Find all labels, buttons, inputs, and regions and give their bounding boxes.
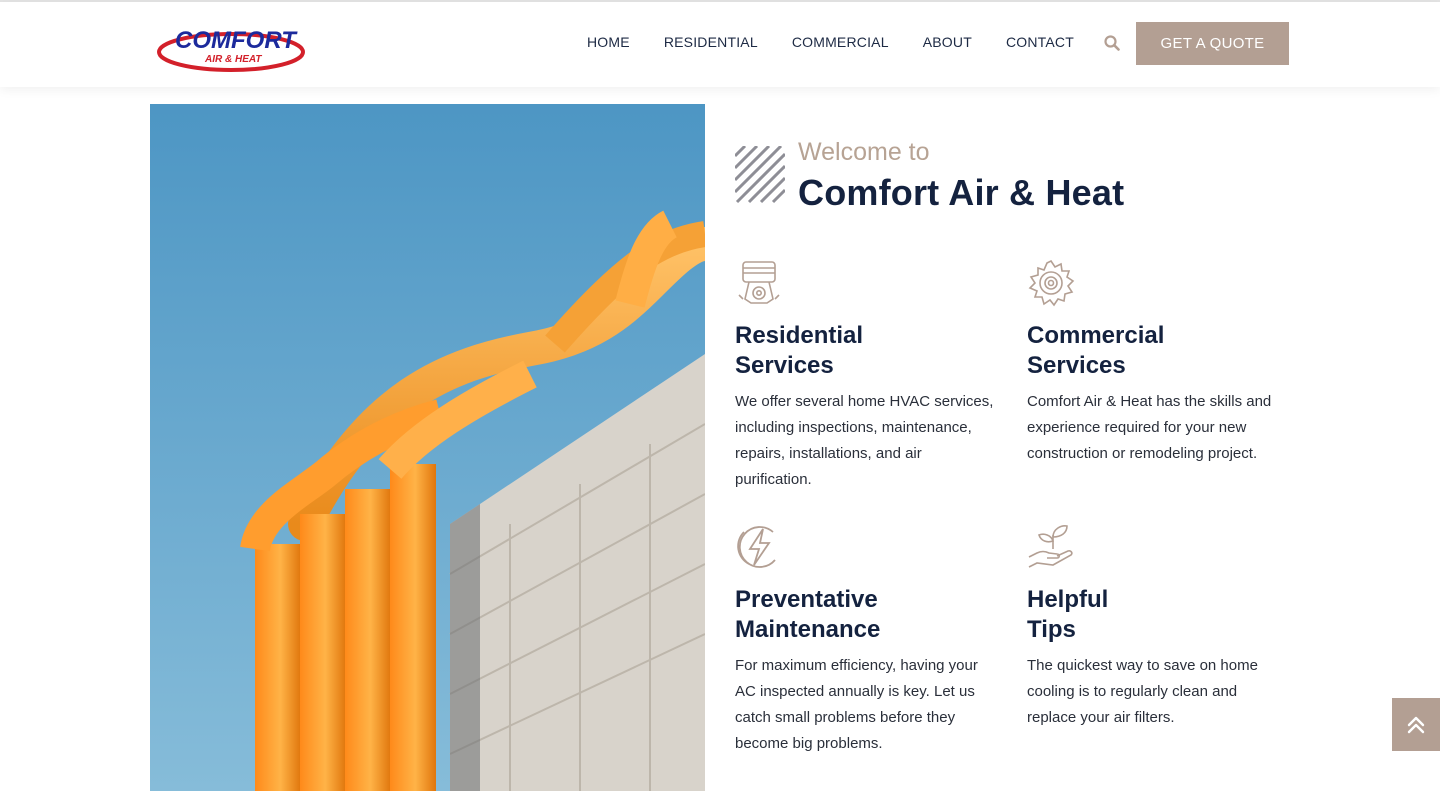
service-title-line1: Residential bbox=[735, 322, 864, 349]
service-description: For maximum efficiency, having your AC i… bbox=[735, 657, 978, 752]
piston-icon bbox=[738, 261, 780, 304]
get-a-quote-button[interactable]: GET A QUOTE bbox=[1136, 22, 1289, 65]
back-to-top-button[interactable] bbox=[1392, 698, 1440, 751]
service-title-line1: Helpful bbox=[1027, 586, 1109, 613]
nav-residential[interactable]: RESIDENTIAL bbox=[664, 34, 758, 50]
search-icon[interactable] bbox=[1104, 35, 1120, 51]
service-description: The quickest way to save on home cooling… bbox=[1027, 657, 1258, 726]
site-header: COMFORT AIR & HEAT HOME RESIDENTIAL COMM… bbox=[0, 2, 1440, 87]
nav-commercial[interactable]: COMMERCIAL bbox=[792, 34, 889, 50]
site-logo[interactable]: COMFORT AIR & HEAT bbox=[157, 18, 307, 73]
gear-icon bbox=[1028, 259, 1075, 307]
logo-wordmark: COMFORT bbox=[175, 27, 298, 54]
nav-contact[interactable]: CONTACT bbox=[1006, 34, 1074, 50]
page-title: Comfort Air & Heat bbox=[798, 172, 1125, 213]
welcome-text: Welcome to bbox=[798, 138, 930, 166]
nav-about[interactable]: ABOUT bbox=[923, 34, 972, 50]
service-title-line2: Services bbox=[735, 352, 834, 379]
decorative-stripes bbox=[735, 146, 785, 204]
lightning-icon bbox=[737, 526, 776, 568]
service-title-line2: Tips bbox=[1027, 616, 1076, 643]
service-title-line2: Services bbox=[1027, 352, 1126, 379]
service-description: We offer several home HVAC services, inc… bbox=[735, 393, 994, 488]
service-residential: Residential Services We offer several ho… bbox=[735, 259, 997, 493]
double-chevron-up-icon bbox=[1407, 716, 1425, 733]
service-preventative-maintenance: Preventative Maintenance For maximum eff… bbox=[735, 523, 997, 757]
service-helpful-tips: Helpful Tips The quickest way to save on… bbox=[1027, 523, 1289, 731]
service-title-line1: Preventative bbox=[735, 586, 878, 613]
service-title-line1: Commercial bbox=[1027, 322, 1165, 349]
hero-building-photo bbox=[150, 104, 705, 791]
logo-tagline: AIR & HEAT bbox=[204, 54, 262, 65]
service-title-line2: Maintenance bbox=[735, 616, 881, 643]
nav-home[interactable]: HOME bbox=[587, 34, 630, 50]
service-description: Comfort Air & Heat has the skills and ex… bbox=[1027, 393, 1272, 462]
hand-plant-icon bbox=[1028, 525, 1073, 568]
service-commercial: Commercial Services Comfort Air & Heat h… bbox=[1027, 259, 1289, 467]
main-nav: HOME RESIDENTIAL COMMERCIAL ABOUT CONTAC… bbox=[587, 34, 1108, 50]
